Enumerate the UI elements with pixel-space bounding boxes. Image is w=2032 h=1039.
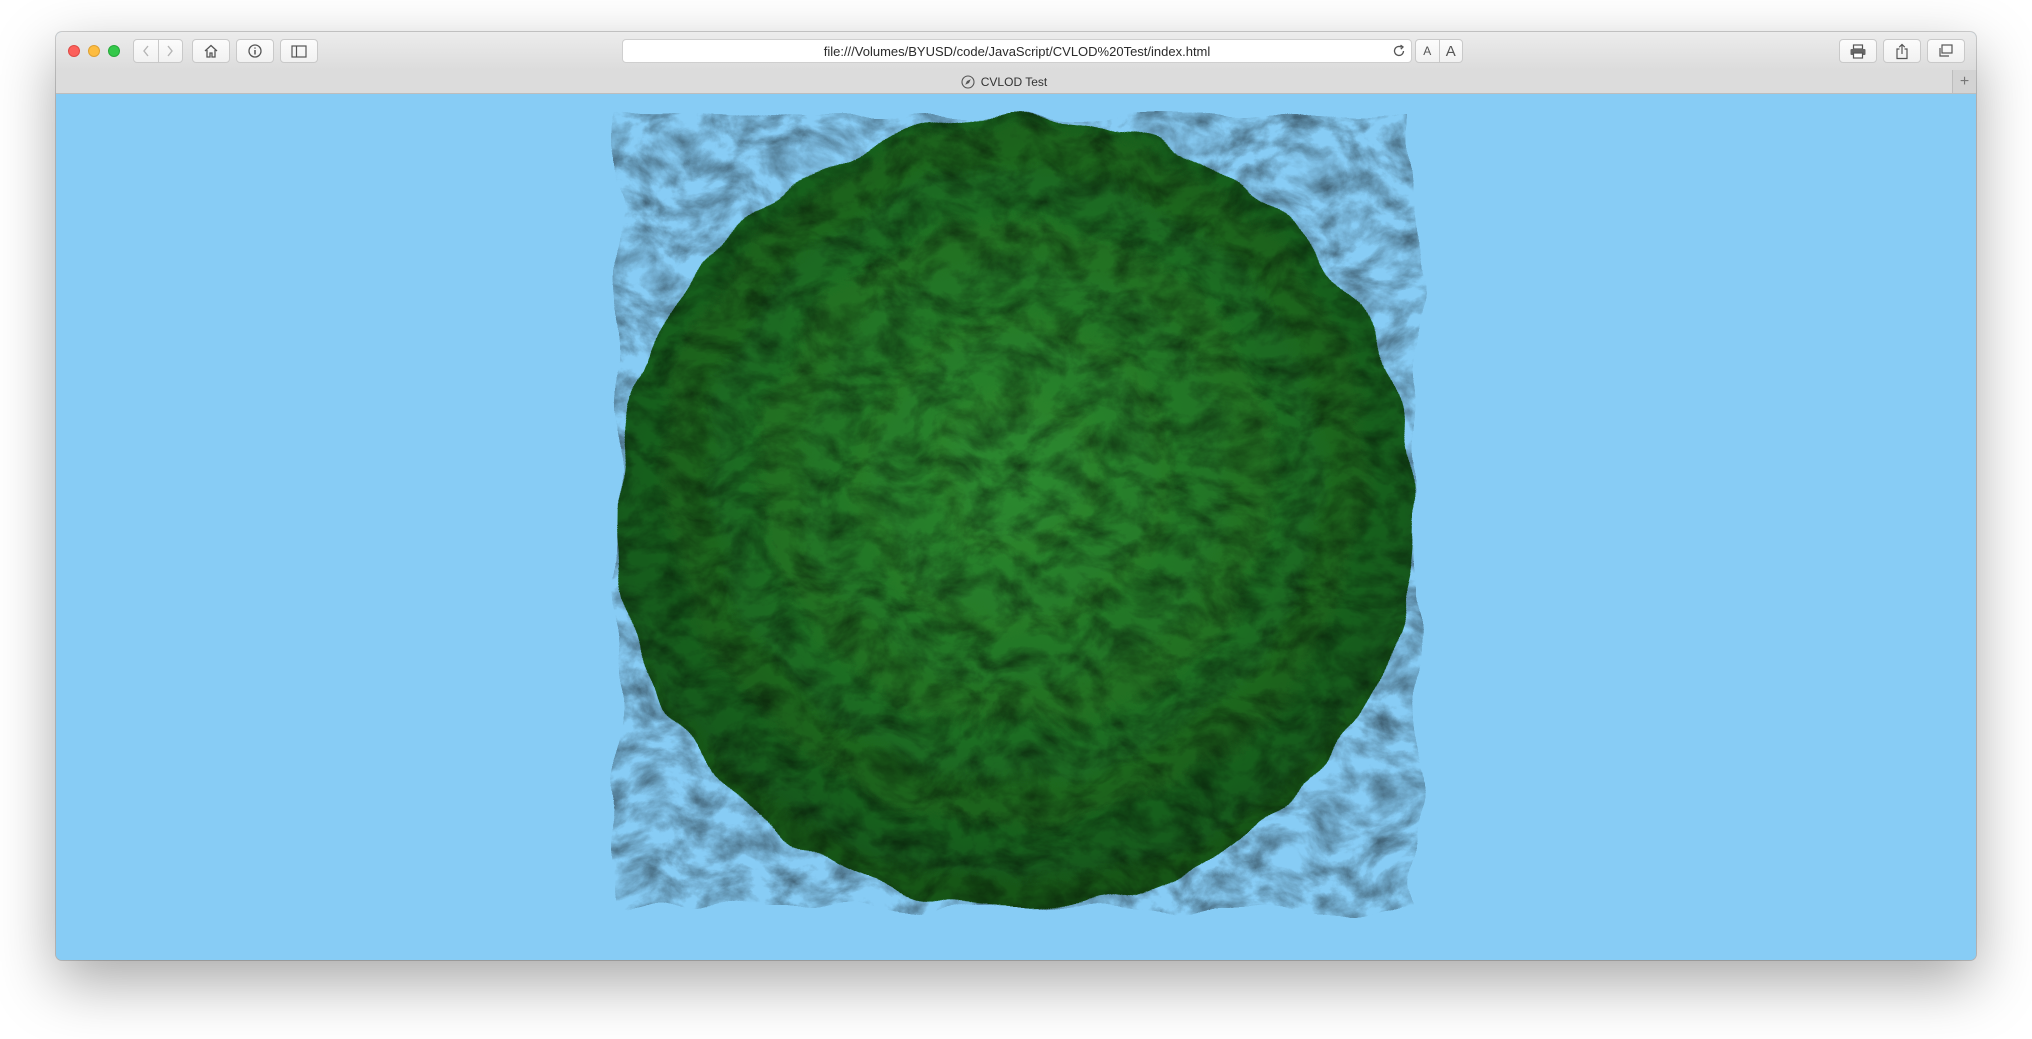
home-button[interactable] [192, 39, 230, 63]
terrain-texture [616, 118, 1416, 910]
tabs-overview-icon [1939, 44, 1953, 57]
increase-text-size-button[interactable]: A [1438, 40, 1463, 62]
chevron-left-icon [142, 45, 149, 57]
info-icon [248, 44, 262, 58]
browser-window: file:///Volumes/BYUSD/code/JavaScript/CV… [56, 32, 1976, 960]
print-button[interactable] [1839, 39, 1877, 63]
site-info-button[interactable] [236, 39, 274, 63]
close-window-button[interactable] [68, 45, 80, 57]
chevron-right-icon [167, 45, 174, 57]
share-icon [1896, 43, 1908, 59]
sidebar-button[interactable] [280, 39, 318, 63]
terrain-canvas[interactable] [56, 94, 1976, 960]
compass-icon [961, 74, 975, 89]
home-icon [204, 44, 218, 58]
navigation-buttons [133, 39, 183, 63]
minimize-window-button[interactable] [88, 45, 100, 57]
maximize-window-button[interactable] [108, 45, 120, 57]
reload-icon [1393, 44, 1405, 57]
address-bar[interactable]: file:///Volumes/BYUSD/code/JavaScript/CV… [622, 39, 1412, 63]
reload-button[interactable] [1391, 43, 1407, 62]
show-all-tabs-button[interactable] [1927, 39, 1965, 63]
new-tab-button[interactable]: + [1952, 70, 1976, 93]
url-text: file:///Volumes/BYUSD/code/JavaScript/CV… [823, 43, 1211, 59]
share-button[interactable] [1883, 39, 1921, 63]
decrease-text-size-button[interactable]: A [1416, 40, 1439, 62]
forward-button[interactable] [157, 40, 183, 62]
back-button[interactable] [134, 40, 158, 62]
printer-icon [1850, 43, 1866, 59]
sidebar-icon [291, 44, 307, 58]
page-content [56, 94, 1976, 960]
browser-toolbar: file:///Volumes/BYUSD/code/JavaScript/CV… [56, 32, 1976, 71]
tab-bar: CVLOD Test + [56, 70, 1976, 94]
tab-favicon [961, 74, 975, 89]
tab-cvlod-test[interactable]: CVLOD Test [56, 70, 1952, 93]
text-size-buttons: A A [1415, 39, 1463, 63]
tab-title: CVLOD Test [980, 74, 1048, 89]
